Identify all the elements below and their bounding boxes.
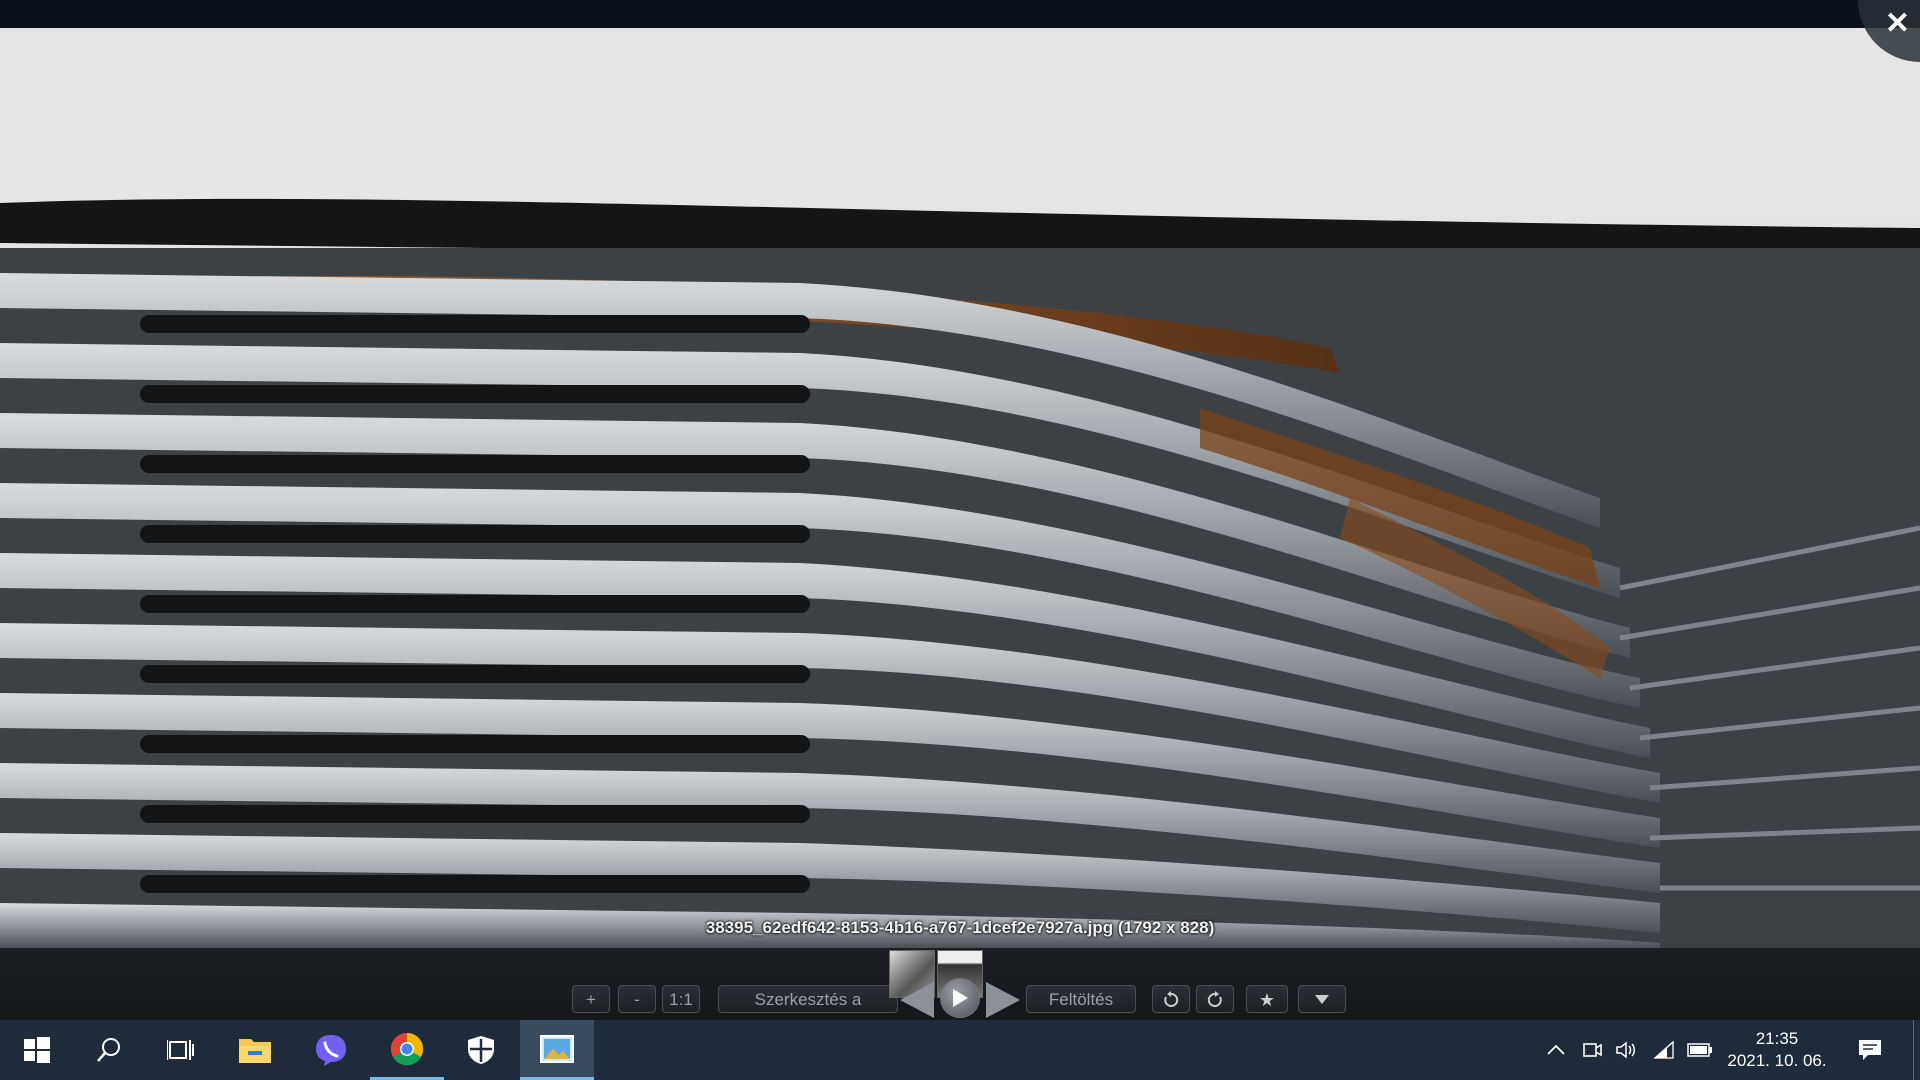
file-explorer-icon bbox=[239, 1039, 271, 1063]
chevron-up-icon bbox=[1547, 1045, 1565, 1055]
search-icon bbox=[97, 1038, 120, 1062]
play-button[interactable] bbox=[940, 978, 980, 1018]
windows-security-button[interactable] bbox=[444, 1020, 518, 1080]
volume-icon bbox=[1616, 1041, 1635, 1059]
volume-button[interactable] bbox=[1612, 1038, 1640, 1062]
star-button[interactable]: ★ bbox=[1246, 985, 1288, 1013]
wifi-icon bbox=[1653, 1040, 1674, 1059]
fin-slots bbox=[140, 315, 810, 893]
arrow-left-icon[interactable] bbox=[900, 982, 934, 1018]
battery-button[interactable] bbox=[1686, 1038, 1714, 1062]
zoom-in-button[interactable]: + bbox=[572, 985, 610, 1013]
photo-viewer: ✕ 38395_62edf642-8153-4b16-a767-1dcef2e7… bbox=[0, 0, 1920, 1037]
arrow-right-icon[interactable] bbox=[986, 982, 1020, 1018]
action-center-button[interactable] bbox=[1856, 1038, 1884, 1062]
rotate-right-button[interactable] bbox=[1196, 985, 1234, 1013]
viewer-control-bar: + - 1:1 Szerkesztés a Picasában Feltölté… bbox=[0, 948, 1920, 1037]
chrome-icon bbox=[390, 1032, 424, 1065]
edit-in-picasa-button[interactable]: Szerkesztés a Picasában bbox=[718, 985, 898, 1037]
show-hidden-icons-button[interactable] bbox=[1542, 1038, 1570, 1062]
clock-time: 21:35 bbox=[1755, 1029, 1799, 1048]
show-desktop-button[interactable] bbox=[1913, 1020, 1920, 1080]
security-icon bbox=[468, 1036, 494, 1064]
task-view-button[interactable] bbox=[144, 1020, 218, 1080]
meet-icon bbox=[1583, 1043, 1602, 1057]
viber-icon bbox=[316, 1035, 346, 1066]
photo-viewer-icon bbox=[540, 1034, 574, 1063]
actual-size-button[interactable]: 1:1 bbox=[662, 985, 700, 1013]
windows-taskbar: 21:35 2021. 10. 06. bbox=[0, 1020, 1920, 1080]
viber-button[interactable] bbox=[294, 1020, 368, 1080]
image-caption: 38395_62edf642-8153-4b16-a767-1dcef2e792… bbox=[705, 918, 1215, 937]
clock-date: 2021. 10. 06. bbox=[1727, 1051, 1827, 1070]
task-view-icon bbox=[167, 1040, 194, 1060]
notification-icon bbox=[1859, 1040, 1881, 1060]
rotate-left-icon bbox=[1164, 991, 1179, 1007]
search-button[interactable] bbox=[72, 1020, 146, 1080]
battery-icon bbox=[1687, 1043, 1712, 1057]
star-icon: ★ bbox=[1258, 990, 1276, 1010]
file-explorer-button[interactable] bbox=[218, 1020, 292, 1080]
zoom-out-button[interactable]: - bbox=[618, 985, 656, 1013]
chevron-down-icon bbox=[1315, 995, 1329, 1004]
close-icon: ✕ bbox=[1884, 7, 1910, 40]
photo-radiator-fins bbox=[0, 28, 1920, 948]
upload-button[interactable]: Feltöltés bbox=[1026, 985, 1136, 1013]
viewer-top-bar bbox=[0, 0, 1920, 28]
rotate-right-icon bbox=[1207, 991, 1222, 1007]
start-icon bbox=[24, 1037, 50, 1063]
more-options-button[interactable] bbox=[1298, 985, 1346, 1013]
photo-image bbox=[0, 28, 1920, 948]
clock[interactable]: 21:35 2021. 10. 06. bbox=[1722, 1028, 1832, 1072]
meet-now-button[interactable] bbox=[1578, 1038, 1606, 1062]
start-button[interactable] bbox=[0, 1020, 74, 1080]
rotate-left-button[interactable] bbox=[1152, 985, 1190, 1013]
photo-viewer-button[interactable] bbox=[520, 1020, 594, 1080]
chrome-button[interactable] bbox=[370, 1020, 444, 1080]
play-icon bbox=[953, 989, 968, 1007]
network-button[interactable] bbox=[1650, 1038, 1678, 1062]
